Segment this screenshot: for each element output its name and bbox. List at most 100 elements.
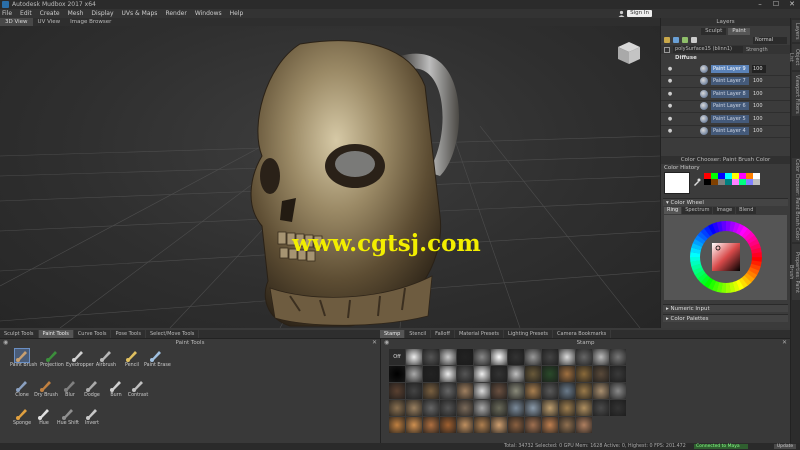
stamp-thumbnail[interactable] bbox=[474, 349, 490, 365]
current-color-swatch[interactable] bbox=[664, 172, 690, 194]
stamp-thumbnail[interactable] bbox=[457, 366, 473, 382]
stamp-off[interactable]: Off bbox=[389, 349, 405, 365]
stamp-thumbnail[interactable] bbox=[508, 366, 524, 382]
menu-file[interactable]: File bbox=[2, 10, 12, 17]
stamp-thumbnail[interactable] bbox=[457, 383, 473, 399]
layer-name[interactable]: Paint Layer 8 bbox=[711, 89, 749, 98]
tab-ring[interactable]: Ring bbox=[664, 207, 683, 214]
stamp-thumbnail[interactable] bbox=[423, 417, 439, 433]
panel-close-icon[interactable]: ✕ bbox=[372, 339, 377, 346]
tab-sculpt-tools[interactable]: Sculpt Tools bbox=[0, 330, 39, 338]
color-wheel-section[interactable]: ▾ Color Wheel bbox=[663, 198, 788, 206]
stamp-thumbnail[interactable] bbox=[525, 417, 541, 433]
layer-name[interactable]: Paint Layer 9 bbox=[711, 64, 749, 73]
stamp-thumbnail[interactable] bbox=[474, 366, 490, 382]
color-history-swatch[interactable] bbox=[732, 179, 739, 185]
layer-opacity[interactable]: 100 bbox=[752, 102, 766, 110]
stamp-thumbnail[interactable] bbox=[508, 383, 524, 399]
stamp-thumbnail[interactable] bbox=[576, 400, 592, 416]
minimize-button[interactable]: – bbox=[752, 0, 768, 9]
stamp-thumbnail[interactable] bbox=[593, 366, 609, 382]
tab-properties-vertical[interactable]: Properties: Paint Brush bbox=[788, 244, 800, 300]
stamp-thumbnail[interactable] bbox=[491, 366, 507, 382]
color-history-swatch[interactable] bbox=[725, 179, 732, 185]
sign-in[interactable]: Sign In bbox=[618, 9, 660, 18]
blur-tool[interactable]: Blur bbox=[58, 379, 82, 398]
tab-curve-tools[interactable]: Curve Tools bbox=[74, 330, 112, 338]
tab-stencil[interactable]: Stencil bbox=[405, 330, 432, 338]
stamp-thumbnail[interactable] bbox=[491, 417, 507, 433]
blend-mode-select[interactable]: Normal bbox=[753, 36, 787, 44]
maximize-button[interactable]: ☐ bbox=[768, 0, 784, 9]
pencil-tool[interactable]: Pencil bbox=[120, 349, 144, 368]
menu-render[interactable]: Render bbox=[165, 10, 186, 17]
stamp-thumbnail[interactable] bbox=[542, 366, 558, 382]
stamp-thumbnail[interactable] bbox=[474, 417, 490, 433]
stamp-thumbnail[interactable] bbox=[559, 400, 575, 416]
stamp-thumbnail[interactable] bbox=[593, 349, 609, 365]
numeric-input-section[interactable]: ▸ Numeric Input bbox=[663, 304, 788, 312]
color-history-swatch[interactable] bbox=[704, 179, 711, 185]
update-button[interactable]: Update bbox=[774, 444, 796, 449]
dry-brush-tool[interactable]: Dry Brush bbox=[34, 379, 58, 398]
stamp-thumbnail[interactable] bbox=[525, 400, 541, 416]
stamp-thumbnail[interactable] bbox=[610, 366, 626, 382]
tab-spectrum[interactable]: Spectrum bbox=[682, 207, 714, 214]
color-history-swatch[interactable] bbox=[739, 179, 746, 185]
stamp-thumbnail[interactable] bbox=[491, 400, 507, 416]
stamp-thumbnail[interactable] bbox=[423, 349, 439, 365]
stamp-thumbnail[interactable] bbox=[440, 383, 456, 399]
menu-uvs-maps[interactable]: UVs & Maps bbox=[122, 10, 158, 17]
stamp-thumbnail[interactable] bbox=[491, 349, 507, 365]
color-ring[interactable] bbox=[664, 215, 788, 300]
stamp-thumbnail[interactable] bbox=[576, 417, 592, 433]
tab-falloff[interactable]: Falloff bbox=[431, 330, 455, 338]
layer-row[interactable]: ● Paint Layer 6 100 bbox=[661, 101, 790, 113]
tab-object-list-vertical[interactable]: Object List bbox=[788, 44, 800, 70]
stamp-thumbnail[interactable] bbox=[440, 400, 456, 416]
panel-help-icon[interactable]: ◉ bbox=[3, 339, 8, 346]
stamp-thumbnail[interactable] bbox=[576, 349, 592, 365]
stamp-thumbnail[interactable] bbox=[457, 400, 473, 416]
stamp-thumbnail[interactable] bbox=[508, 417, 524, 433]
stamp-thumbnail[interactable] bbox=[406, 383, 422, 399]
stamp-thumbnail[interactable] bbox=[474, 383, 490, 399]
layer-row[interactable]: ● Paint Layer 9 100 bbox=[661, 63, 790, 76]
layer-opacity[interactable]: 100 bbox=[752, 77, 766, 85]
layer-name[interactable]: Paint Layer 7 bbox=[711, 77, 749, 86]
dodge-tool[interactable]: Dodge bbox=[80, 379, 104, 398]
menu-mesh[interactable]: Mesh bbox=[68, 10, 84, 17]
stamp-thumbnail[interactable] bbox=[610, 349, 626, 365]
stamp-thumbnail[interactable] bbox=[457, 349, 473, 365]
layer-opacity[interactable]: 100 bbox=[752, 64, 766, 73]
stamp-thumbnail[interactable] bbox=[389, 366, 405, 382]
layer-row[interactable]: ● Paint Layer 5 100 bbox=[661, 113, 790, 126]
eyedropper-icon[interactable] bbox=[693, 178, 701, 186]
tab-image-browser[interactable]: Image Browser bbox=[65, 18, 116, 26]
tab-camera-bookmarks[interactable]: Camera Bookmarks bbox=[553, 330, 612, 338]
stamp-thumbnail[interactable] bbox=[423, 383, 439, 399]
color-history-swatch[interactable] bbox=[711, 179, 718, 185]
eye-icon[interactable]: ● bbox=[667, 91, 673, 97]
stamp-thumbnail[interactable] bbox=[491, 383, 507, 399]
tab-viewport-filters-vertical[interactable]: Viewport Filters bbox=[792, 72, 800, 116]
eye-icon[interactable]: ● bbox=[667, 66, 673, 72]
tab-uv-view[interactable]: UV View bbox=[33, 18, 66, 26]
color-palettes-section[interactable]: ▸ Color Palettes bbox=[663, 314, 788, 322]
color-wheel-area[interactable] bbox=[664, 215, 787, 300]
menu-create[interactable]: Create bbox=[40, 10, 60, 17]
tab-select-move-tools[interactable]: Select/Move Tools bbox=[146, 330, 200, 338]
stamp-thumbnail[interactable] bbox=[559, 349, 575, 365]
stamp-thumbnail[interactable] bbox=[457, 417, 473, 433]
tab-blend[interactable]: Blend bbox=[736, 207, 758, 214]
stamp-thumbnail[interactable] bbox=[508, 349, 524, 365]
stamp-thumbnail[interactable] bbox=[423, 400, 439, 416]
layer-options-icon[interactable] bbox=[673, 37, 679, 43]
eye-icon[interactable]: ● bbox=[667, 78, 673, 84]
eye-icon[interactable]: ● bbox=[667, 103, 673, 109]
eye-icon[interactable]: ● bbox=[667, 116, 673, 122]
hue-tool[interactable]: Hue bbox=[32, 407, 56, 426]
layer-row[interactable]: ● Paint Layer 4 100 bbox=[661, 126, 790, 138]
stamp-thumbnail[interactable] bbox=[389, 400, 405, 416]
diffuse-channel[interactable]: Diffuse bbox=[661, 54, 790, 63]
